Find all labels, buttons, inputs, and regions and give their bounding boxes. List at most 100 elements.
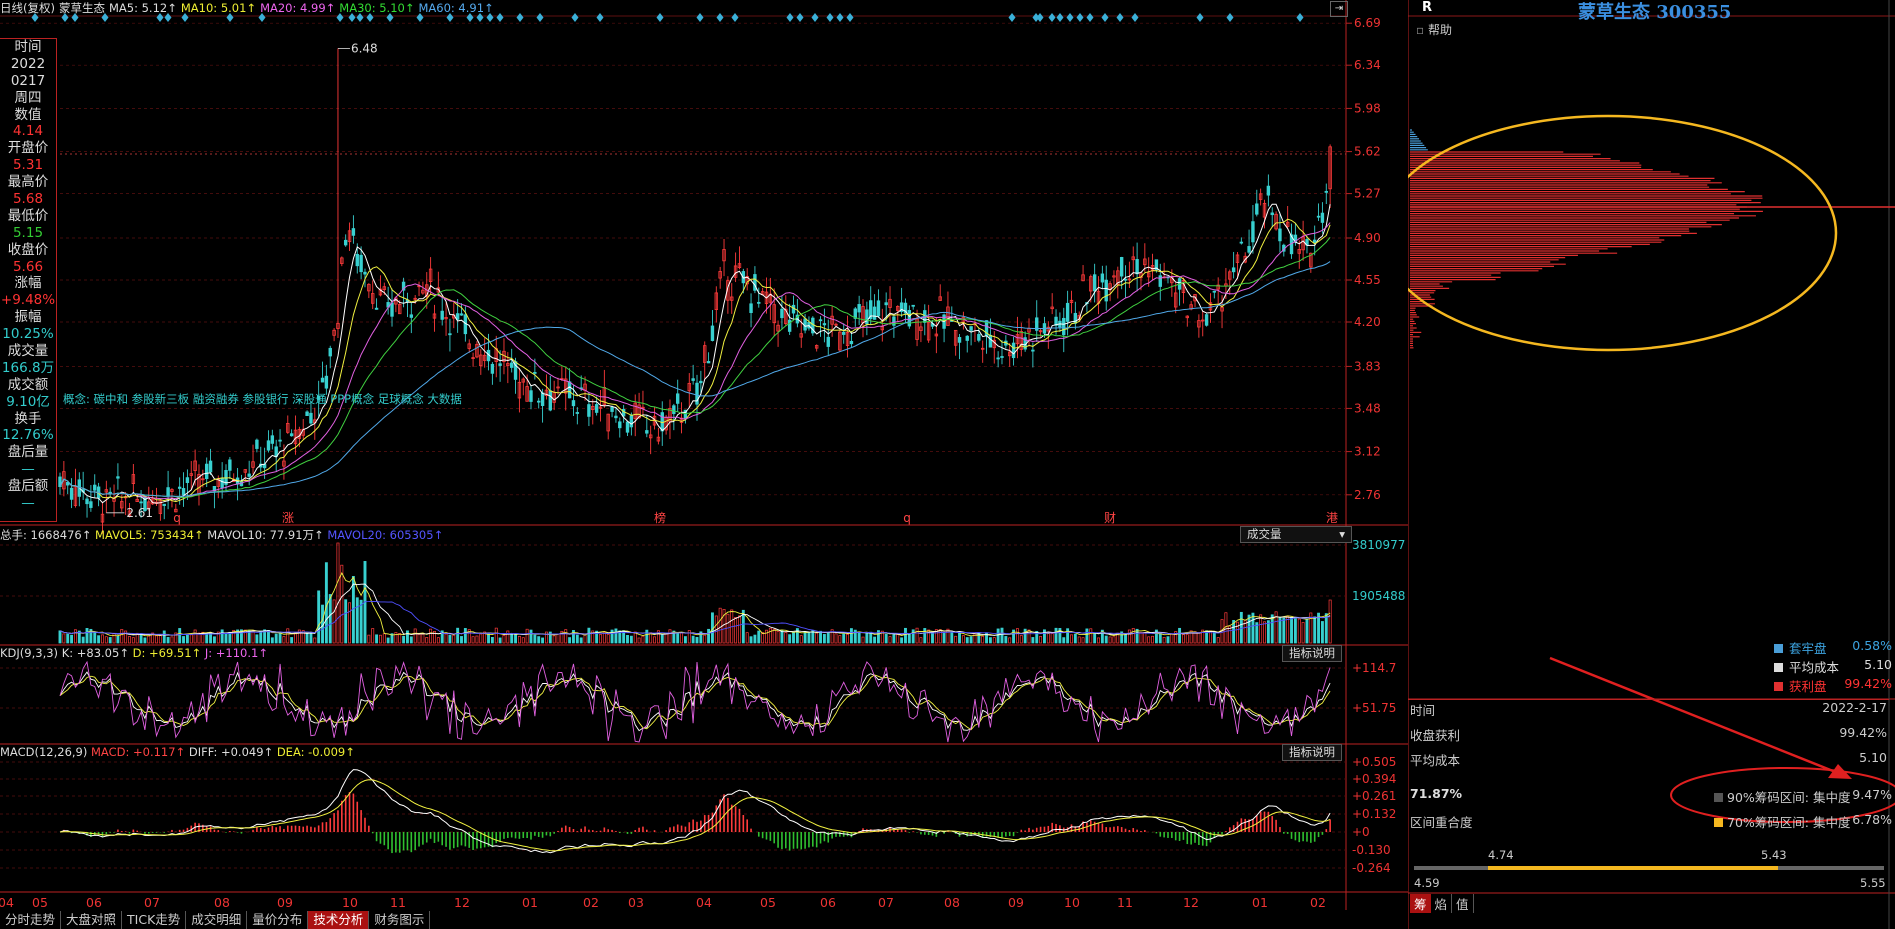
candlesticks: 6.48 2.61 q 涨 榜 q 财 港 [58, 41, 1338, 534]
volume-bar [375, 634, 379, 644]
volume-bar [510, 633, 514, 644]
tab-flame[interactable]: 焰 [1431, 894, 1453, 913]
volume-bar [1108, 636, 1112, 644]
candle-body [1092, 274, 1097, 292]
volume-bar [1282, 617, 1286, 644]
kdj-j-line [59, 660, 1331, 743]
volume-bar [1077, 636, 1081, 644]
signal-diamond [356, 13, 364, 22]
candle-body [822, 323, 827, 326]
volume-bar [406, 630, 409, 644]
candle-body [324, 375, 329, 389]
candle-body [166, 487, 170, 497]
price-tick-label: 2.76 [1354, 488, 1381, 502]
range70-high: 5.43 [1761, 848, 1787, 862]
volume-bar [371, 628, 375, 644]
kdj-help-button[interactable]: 指标说明 [1282, 645, 1342, 662]
volume-bar [776, 631, 780, 644]
tab-chips[interactable]: 筹 [1410, 894, 1431, 913]
volume-bar [147, 635, 151, 644]
help-link[interactable]: ▫ 帮助 [1416, 21, 1452, 38]
volume-bar [355, 597, 359, 644]
signal-diamond [226, 13, 234, 22]
volume-bar [367, 634, 371, 644]
volume-bar [1293, 618, 1297, 644]
volume-bar [822, 634, 826, 644]
volume-bar [471, 636, 475, 644]
macd-help-button[interactable]: 指标说明 [1282, 744, 1342, 761]
legend-locked-label: 套牢盘 [1789, 641, 1827, 656]
collapse-icon[interactable]: ⇥ [1330, 1, 1348, 17]
volume-bar [1097, 637, 1100, 644]
mavol20: MAVOL20: 605305↑ [327, 528, 444, 542]
volume-bar [931, 631, 934, 644]
tab-volume-price[interactable]: 量价分布 [247, 911, 309, 929]
volume-bar [614, 628, 618, 644]
candle-body [575, 412, 580, 414]
volume-bar [170, 636, 174, 644]
volume-bar [521, 637, 525, 644]
volume-bar [1313, 616, 1317, 644]
candle-body [629, 415, 634, 428]
signal-diamond [1048, 13, 1056, 22]
tab-intraday[interactable]: 分时走势 [0, 911, 62, 929]
candle-body [205, 463, 209, 480]
volume-bar [259, 630, 263, 644]
tab-financial-chart[interactable]: 财务图示 [369, 911, 431, 929]
candle-body [247, 473, 251, 477]
volume-bar [220, 629, 224, 644]
candle-body [587, 404, 591, 417]
volume-bar [556, 633, 560, 644]
candle-body [1251, 221, 1255, 243]
signal-diamond [796, 13, 804, 22]
volume-bar [1147, 636, 1151, 644]
tab-tick[interactable]: TICK走势 [122, 911, 187, 929]
volume-bar [1066, 628, 1070, 644]
volume-bar [680, 632, 684, 644]
candle-body [85, 498, 89, 505]
candle-body [448, 333, 452, 336]
volume-bar [641, 635, 645, 644]
legend-avg-cost-label: 平均成本 [1789, 660, 1840, 675]
volume-bar [668, 629, 672, 644]
ma10-line [59, 218, 1331, 503]
stat-avg-cost-value: 5.10 [1859, 750, 1887, 765]
mavol5: MAVOL5: 753434↑ [95, 528, 204, 542]
volume-bar [745, 632, 749, 644]
tab-value[interactable]: 值 [1452, 894, 1474, 913]
legend-profit-swatch [1774, 682, 1783, 691]
volume-bar [267, 630, 270, 644]
kline-chart[interactable]: 6.48 2.61 q 涨 榜 q 财 港 6.69 6.34 5.98 5.62 5.27 4.90 4… [0, 0, 1408, 929]
candle-body [645, 430, 649, 434]
price-tick-label: 6.69 [1354, 16, 1381, 30]
candle-body [571, 400, 576, 407]
price-tick-label: 4.20 [1354, 315, 1381, 329]
tab-technical-analysis[interactable]: 技术分析 [308, 911, 370, 929]
stat-time-label: 时间 [1410, 703, 1436, 718]
macd-histogram [59, 769, 1331, 854]
range70-value: 6.78% [1852, 812, 1892, 827]
candle-body [69, 487, 74, 500]
volume-bar [954, 635, 958, 644]
high-label: 最高价 [7, 174, 49, 191]
candle-body [567, 381, 572, 399]
tab-trade-detail[interactable]: 成交明细 [186, 911, 248, 929]
candle-body [672, 405, 676, 414]
candle-body [93, 484, 97, 491]
range90-high: 5.55 [1860, 876, 1886, 890]
concept-tags[interactable]: 概念: 碳中和 参股新三板 融资融券 参股银行 深股通 PPP概念 足球概念 大… [63, 391, 462, 407]
volume-bar [286, 628, 290, 644]
candle-body [780, 308, 784, 319]
quote-info-box: 时间 2022 0217 周四 数值 4.14 开盘价 5.31 最高价 5.6… [0, 38, 57, 522]
volume-bar [324, 562, 328, 644]
volume-bar [707, 628, 711, 644]
candle-body [1316, 215, 1321, 218]
volume-bar [819, 630, 822, 644]
indicator-selector[interactable]: 成交量 ▾ [1240, 526, 1352, 543]
volume-bar [849, 628, 853, 644]
signal-diamond [1196, 13, 1204, 22]
tab-market-compare[interactable]: 大盘对照 [61, 911, 123, 929]
kdj-panel-header: KDJ(9,3,3) K: +83.05↑ D: +69.51↑ J: +110… [0, 646, 268, 660]
range70-row: 70%筹码区间: 集中度 6.78% [1714, 812, 1892, 831]
stat-avg-cost: 平均成本 5.10 [1410, 750, 1887, 769]
